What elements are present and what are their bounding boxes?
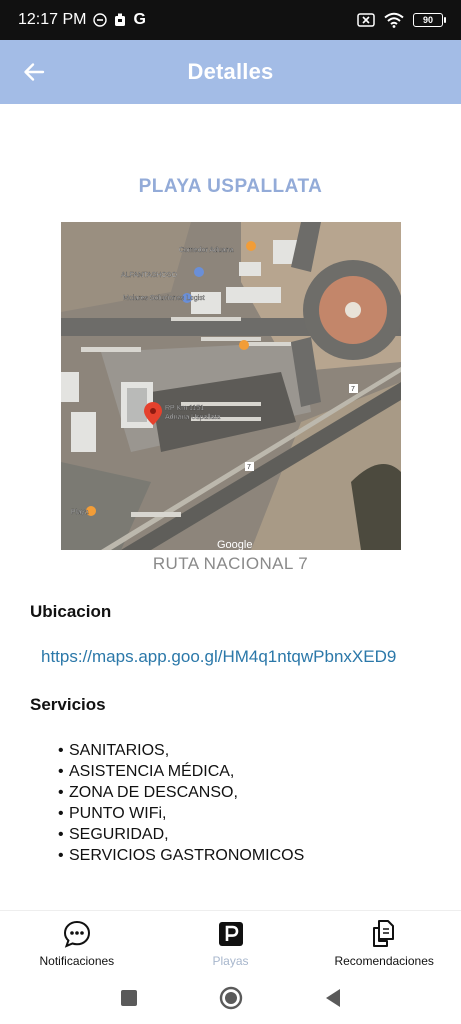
- service-item: • SEGURIDAD,: [58, 826, 169, 843]
- arrow-left-icon: [24, 63, 45, 81]
- map-pin-label-1: RP Km 1151: [165, 405, 204, 412]
- dnd-icon: [93, 13, 108, 27]
- back-button[interactable]: [16, 54, 52, 90]
- documents-icon: [370, 919, 398, 949]
- section-heading-servicios: Servicios: [30, 695, 106, 714]
- services-list: • SANITARIOS, • ASISTENCIA MÉDICA, • ZONA D…: [58, 740, 304, 866]
- nav-item-notificaciones[interactable]: Notificaciones: [0, 911, 154, 972]
- battery-icon: 90: [413, 13, 446, 27]
- bottom-navigation: Notificaciones Playas Recomendaciones: [0, 910, 461, 972]
- service-item: • ASISTENCIA MÉDICA,: [58, 763, 235, 780]
- notification-icon: [114, 13, 126, 27]
- status-right: 90: [357, 12, 446, 28]
- sim-off-icon: [357, 13, 375, 27]
- service-item: • ZONA DE DESCANSO,: [58, 784, 238, 801]
- battery-level: 90: [422, 15, 433, 25]
- parking-icon: [218, 919, 244, 949]
- service-item: • SERVICIOS GASTRONOMICOS: [58, 847, 305, 864]
- status-time: 12:17 PM: [18, 11, 87, 28]
- recents-button[interactable]: [117, 986, 141, 1010]
- map-poi-3: Molares Soluciones Logist: [123, 295, 205, 302]
- map-poi-1: Comedor Aduana: [179, 247, 234, 254]
- app-bar: Detalles: [0, 40, 461, 104]
- circle-icon: [219, 986, 242, 1010]
- home-button[interactable]: [219, 986, 243, 1010]
- nav-item-recomendaciones[interactable]: Recomendaciones: [307, 911, 461, 972]
- triangle-back-icon: [325, 989, 340, 1007]
- service-item: • SANITARIOS,: [58, 742, 170, 759]
- nav-label-recomendaciones: Recomendaciones: [334, 954, 434, 968]
- status-bar: 12:17 PM G 90: [0, 0, 461, 40]
- nav-label-notificaciones: Notificaciones: [39, 954, 115, 968]
- status-left: 12:17 PM G: [18, 11, 146, 29]
- route-label: RUTA NACIONAL 7: [152, 554, 309, 573]
- map-road-7a: 7: [351, 386, 355, 393]
- map-pin-label-2: Aduana Uspallata: [165, 414, 220, 421]
- map-poi-4: Playa: [71, 509, 89, 516]
- page-title: Detalles: [187, 59, 274, 84]
- detail-content: PLAYA USPALLATA Comedor Aduana ALFANTASH…: [0, 104, 461, 910]
- map-road-7b: 7: [247, 464, 251, 471]
- satellite-map-image: Comedor Aduana ALFANTASHOSO Molares Solu…: [61, 222, 401, 550]
- section-heading-ubicacion: Ubicacion: [30, 602, 112, 621]
- g-icon: G: [133, 11, 146, 28]
- system-navigation: [0, 972, 461, 1024]
- nav-label-playas: Playas: [212, 954, 249, 968]
- location-link[interactable]: https://maps.app.goo.gl/HM4q1ntqwPbnxXED…: [41, 647, 396, 667]
- square-icon: [120, 990, 137, 1006]
- system-back-button[interactable]: [321, 986, 345, 1010]
- map-poi-2: ALFANTASHOSO: [121, 272, 177, 279]
- place-title: PLAYA USPALLATA: [138, 176, 323, 197]
- service-item: • PUNTO WIFi,: [58, 805, 167, 822]
- nav-item-playas[interactable]: Playas: [154, 911, 308, 972]
- wifi-icon: [384, 12, 404, 28]
- map-google-logo: Google: [217, 539, 252, 550]
- chat-bubble-icon: [62, 919, 92, 949]
